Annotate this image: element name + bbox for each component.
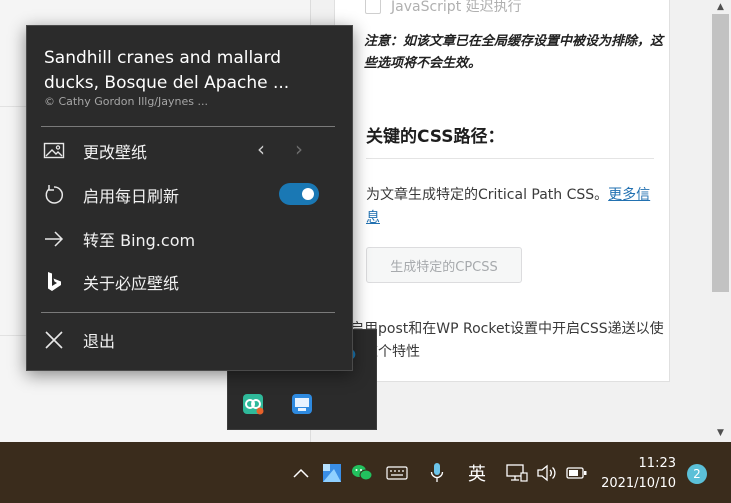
previous-wallpaper-icon[interactable]: ‹	[257, 137, 265, 161]
menu-item-label: 退出	[83, 332, 116, 351]
menu-separator	[41, 126, 335, 127]
js-defer-label: JavaScript 延迟执行	[391, 0, 522, 15]
wechat-icon[interactable]	[350, 461, 374, 485]
menu-item-label: 更改壁纸	[83, 143, 148, 162]
wallpaper-icon	[41, 138, 67, 164]
bing-wallpaper-menu: Sandhill cranes and mallard ducks, Bosqu…	[26, 25, 353, 371]
clock-date: 2021/10/10	[601, 476, 676, 491]
critical-css-heading: 关键的CSS路径：	[366, 127, 505, 147]
arrow-right-icon	[41, 226, 67, 252]
critical-css-desc-text: 为文章生成特定的Critical Path CSS。	[366, 187, 609, 203]
wallpaper-title[interactable]: Sandhill cranes and mallard ducks, Bosqu…	[44, 46, 334, 96]
phone-link-app-icon[interactable]	[242, 393, 264, 415]
remote-desktop-app-icon[interactable]	[291, 393, 313, 415]
menu-item-exit[interactable]: 退出	[41, 323, 341, 357]
menu-item-label: 启用每日刷新	[83, 187, 180, 206]
heading-divider	[366, 158, 654, 159]
notification-badge[interactable]: 2	[687, 464, 707, 484]
page-scrollbar[interactable]: ▲ ▼	[710, 0, 731, 442]
volume-icon[interactable]	[535, 461, 559, 485]
menu-item-about[interactable]: 关于必应壁纸	[41, 265, 341, 299]
menu-item-label: 转至 Bing.com	[83, 231, 196, 250]
clock-time: 11:23	[638, 456, 676, 471]
bing-logo-icon	[41, 269, 67, 295]
scroll-up-icon[interactable]: ▲	[714, 1, 727, 13]
exclusion-note: 注意：如该文章已在全局缓存设置中被设为排除，这些选项将不会生效。	[364, 34, 664, 71]
menu-item-go-to-bing[interactable]: 转至 Bing.com	[41, 222, 341, 256]
microphone-icon[interactable]	[427, 461, 447, 485]
ime-language-indicator[interactable]: 英	[463, 461, 491, 485]
menu-separator	[41, 312, 335, 313]
refresh-icon	[41, 182, 67, 208]
toggle-knob	[302, 188, 314, 200]
chevron-up-icon[interactable]	[291, 461, 311, 485]
enable-feature-text: 启用post和在WP Rocket设置中开启CSS递送以使用这个特性	[350, 321, 664, 360]
js-defer-option[interactable]: JavaScript 延迟执行	[365, 0, 522, 16]
next-wallpaper-icon[interactable]: ›	[295, 137, 303, 161]
daily-refresh-toggle[interactable]	[279, 183, 319, 205]
scroll-down-icon[interactable]: ▼	[714, 427, 727, 439]
js-defer-checkbox[interactable]	[365, 0, 381, 14]
menu-item-label: 关于必应壁纸	[83, 274, 180, 293]
network-icon[interactable]	[505, 461, 529, 485]
generate-cpcss-button[interactable]: 生成特定的CPCSS	[366, 247, 522, 283]
close-icon	[41, 327, 67, 353]
taskbar-clock[interactable]: 11:23 2021/10/10	[600, 454, 676, 494]
taskbar: 英 11:23 2021/10/10 2	[0, 442, 731, 503]
scrollbar-thumb[interactable]	[712, 14, 729, 292]
bing-wallpaper-tray-icon[interactable]	[321, 461, 343, 485]
keyboard-icon[interactable]	[385, 461, 409, 485]
battery-icon[interactable]	[565, 461, 589, 485]
critical-css-description: 为文章生成特定的Critical Path CSS。更多信息	[366, 184, 662, 230]
wallpaper-nav: ‹ ›	[257, 137, 303, 161]
wallpaper-credit: © Cathy Gordon Illg/Jaynes ...	[44, 95, 208, 108]
